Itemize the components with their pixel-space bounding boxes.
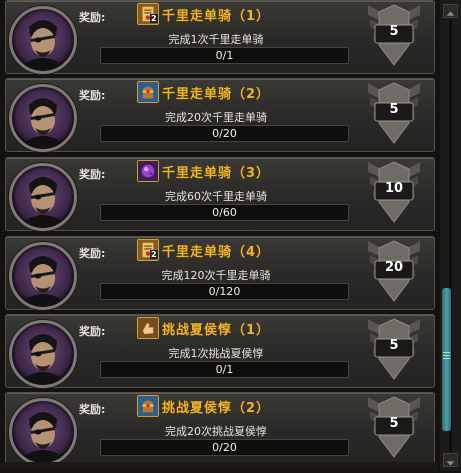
progress-bar: 0/20 xyxy=(100,439,349,456)
achievement-title: 挑战夏侯惇（1） xyxy=(161,323,271,338)
achievement-points: 5 xyxy=(389,416,399,431)
achievement-row[interactable]: 奖励: 千里走单骑（3） 完成60次千里走单骑 0/60 10 xyxy=(5,157,435,231)
achievement-title: 千里走单骑（3） xyxy=(161,166,271,181)
achievement-row[interactable]: 奖励: 挑战夏侯惇（1） 完成1次挑战夏侯惇 0/1 5 xyxy=(5,314,435,388)
achievement-points: 5 xyxy=(389,338,399,353)
achievement-points: 10 xyxy=(384,181,404,196)
achievement-row[interactable]: 奖励: 2 千里走单骑（1） 完成1次千里走单骑 0/1 5 xyxy=(5,0,435,74)
achievement-points: 20 xyxy=(384,260,404,275)
achievement-row[interactable]: 奖励: 千里走单骑（2） 完成20次千里走单骑 0/20 5 xyxy=(5,78,435,152)
progress-text: 0/60 xyxy=(212,206,237,219)
achievement-description: 完成20次千里走单骑 xyxy=(165,111,267,124)
achievement-points-badge: 5 xyxy=(364,75,424,151)
achievement-list: 奖励: 2 千里走单骑（1） 完成1次千里走单骑 0/1 5 奖励: 千里走单骑… xyxy=(0,0,438,471)
achievement-description: 完成1次千里走单骑 xyxy=(168,33,264,46)
achievement-title: 挑战夏侯惇（2） xyxy=(161,401,271,416)
achievement-title: 千里走单骑（4） xyxy=(161,245,271,260)
scroll-thumb[interactable] xyxy=(442,288,451,431)
progress-bar: 0/120 xyxy=(100,283,349,300)
achievement-description: 完成60次千里走单骑 xyxy=(165,190,267,203)
progress-bar: 0/1 xyxy=(100,47,349,64)
achievement-points-badge: 5 xyxy=(364,311,424,387)
achievement-description: 完成20次挑战夏侯惇 xyxy=(165,425,267,438)
arrow-up-icon[interactable] xyxy=(443,4,458,18)
achievement-points-badge: 20 xyxy=(364,233,424,309)
achievement-points: 5 xyxy=(389,102,399,117)
progress-bar: 0/20 xyxy=(100,125,349,142)
progress-text: 0/1 xyxy=(215,49,234,62)
scroll-thumb-grip xyxy=(443,352,450,360)
achievement-description: 完成120次千里走单骑 xyxy=(161,269,271,282)
progress-text: 0/1 xyxy=(215,363,234,376)
progress-text: 0/120 xyxy=(208,285,241,298)
progress-bar: 0/1 xyxy=(100,361,349,378)
achievement-description: 完成1次挑战夏侯惇 xyxy=(168,347,264,360)
arrow-down-icon[interactable] xyxy=(443,453,458,467)
achievement-points-badge: 10 xyxy=(364,154,424,230)
progress-text: 0/20 xyxy=(212,127,237,140)
achievement-points-badge: 5 xyxy=(364,389,424,465)
progress-bar: 0/60 xyxy=(100,204,349,221)
achievement-points: 5 xyxy=(389,24,399,39)
achievement-title: 千里走单骑（2） xyxy=(161,87,271,102)
list-bottom-edge xyxy=(0,462,438,471)
progress-text: 0/20 xyxy=(212,441,237,454)
achievement-points-badge: 5 xyxy=(364,0,424,73)
achievement-row[interactable]: 奖励: 挑战夏侯惇（2） 完成20次挑战夏侯惇 0/20 5 xyxy=(5,392,435,466)
achievement-row[interactable]: 奖励: 2 千里走单骑（4） 完成120次千里走单骑 0/120 20 xyxy=(5,236,435,310)
achievement-title: 千里走单骑（1） xyxy=(161,9,271,24)
